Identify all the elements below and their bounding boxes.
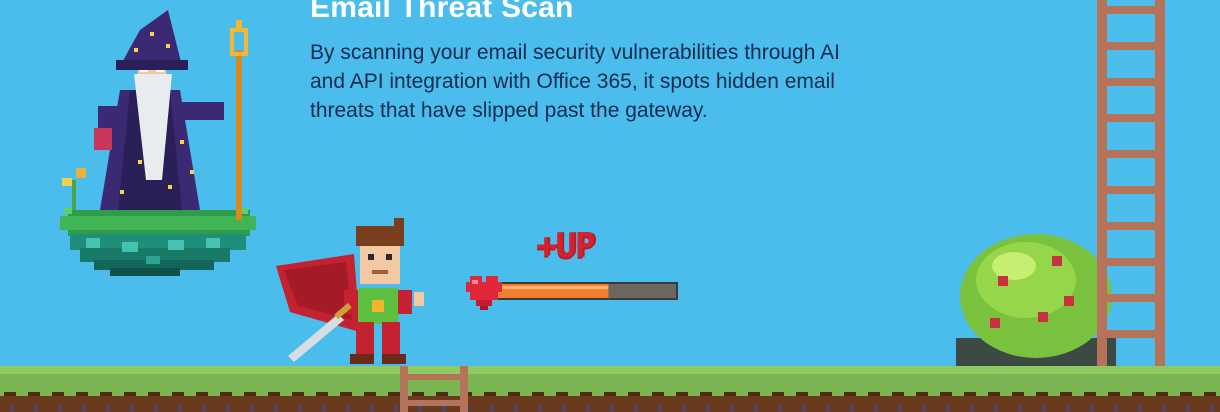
health-progress-bar (466, 276, 678, 310)
wizard-sprite (60, 10, 256, 276)
heart-icon (466, 276, 502, 310)
section-title: Email Threat Scan (310, 0, 574, 24)
section-description: By scanning your email security vulnerab… (310, 41, 840, 122)
floating-island-sprite (60, 208, 256, 276)
bush-sprite (956, 234, 1116, 370)
ground-ladder-sprite (400, 366, 468, 412)
hero-sprite (276, 218, 424, 364)
ladder-sprite (1097, 0, 1165, 370)
grass-ground (0, 366, 1220, 412)
